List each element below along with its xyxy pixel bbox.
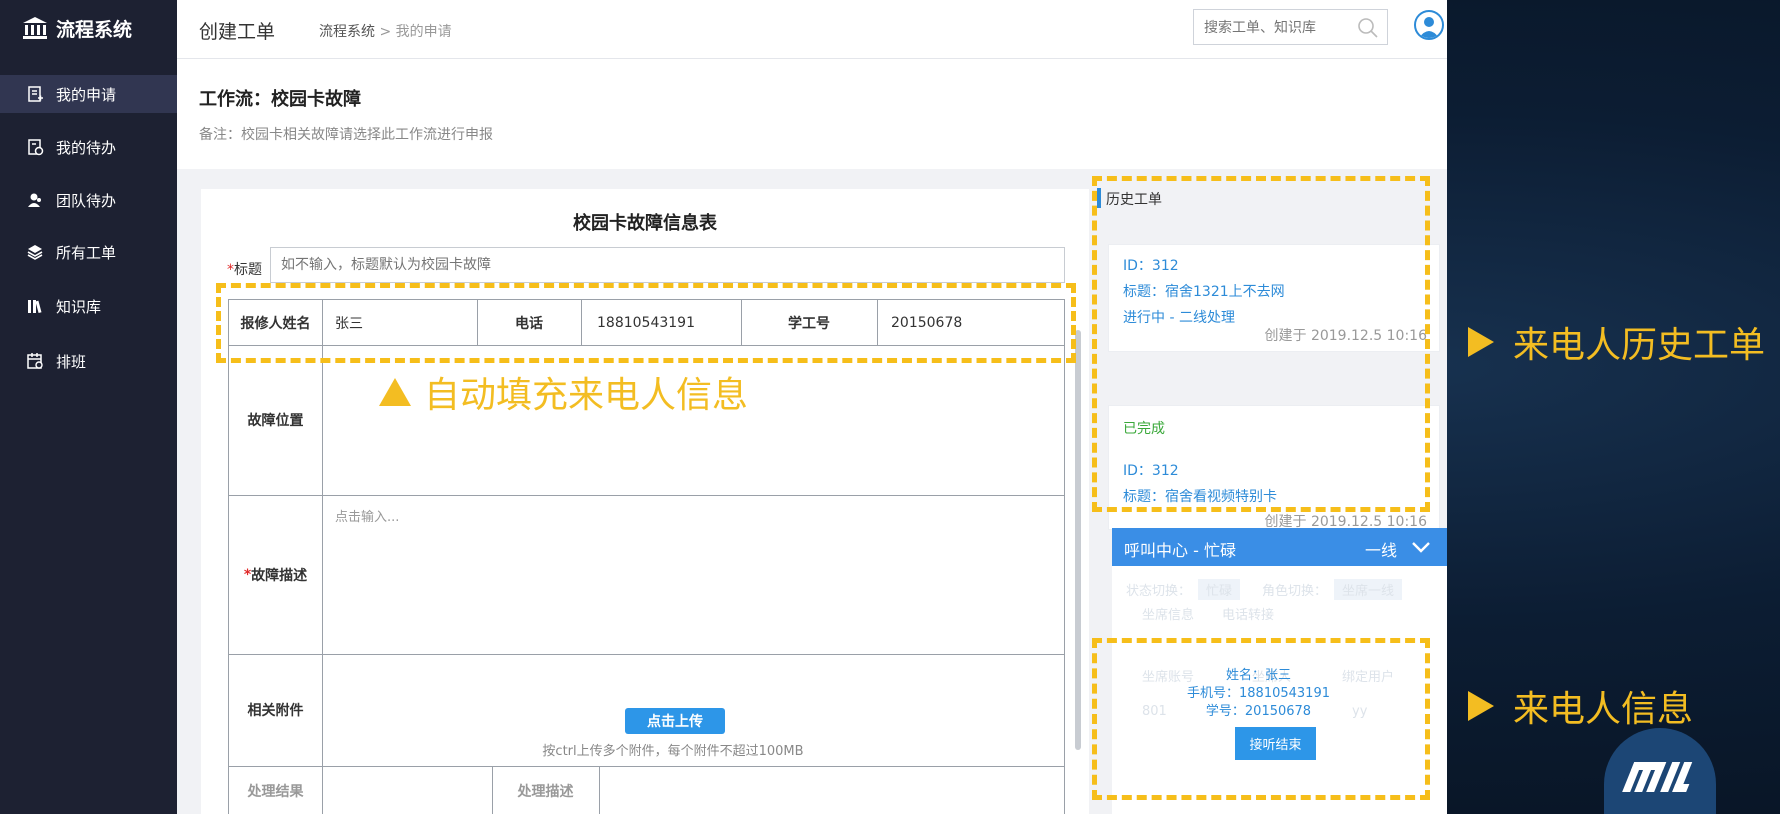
- call-line-label: 一线: [1364, 541, 1397, 560]
- breadcrumb-root[interactable]: 流程系统: [319, 24, 375, 40]
- search-input[interactable]: [1202, 16, 1356, 40]
- tab-call-transfer[interactable]: 电话转接: [1222, 604, 1274, 623]
- page-title: 创建工单: [199, 21, 276, 43]
- sidebar-item-all-tickets[interactable]: 所有工单: [0, 233, 177, 271]
- caller-info-annotation-text: 来电人信息: [1513, 689, 1694, 730]
- workflow-note: 备注：校园卡相关故障请选择此工作流进行申报: [199, 127, 493, 143]
- description-input[interactable]: 点击输入...: [335, 505, 1035, 525]
- todo-icon: [28, 139, 44, 156]
- call-center-title: 呼叫中心 - 忙碌: [1124, 541, 1236, 560]
- sidebar-item-label: 排班: [56, 352, 87, 371]
- caller-info-highlight-frame: [1092, 638, 1430, 800]
- app-logo[interactable]: 流程系统: [22, 12, 132, 44]
- calendar-icon: [27, 353, 43, 369]
- team-icon: [28, 193, 41, 207]
- layers-icon: [27, 245, 43, 260]
- history-annotation: 来电人历史工单: [1467, 316, 1765, 368]
- description-label: * 故障描述: [229, 495, 322, 654]
- sidebar-item-label: 团队待办: [56, 191, 117, 210]
- history-annotation-text: 来电人历史工单: [1513, 325, 1766, 366]
- sidebar-item-knowledge-base[interactable]: 知识库: [0, 287, 177, 325]
- caller-info-annotation: 来电人信息: [1467, 680, 1693, 732]
- triangle-right-icon: [1468, 327, 1494, 357]
- title-label-text: 标题: [234, 262, 262, 278]
- call-center-header[interactable]: 呼叫中心 - 忙碌 一线: [1112, 528, 1447, 566]
- history-highlight-frame: [1092, 176, 1430, 512]
- sidebar-item-label: 知识库: [56, 297, 102, 316]
- breadcrumb-separator: >: [379, 24, 392, 40]
- process-description-label: 处理描述: [517, 784, 574, 800]
- description-label-text: 故障描述: [251, 567, 308, 584]
- document-icon: [28, 86, 43, 102]
- search-box[interactable]: [1193, 9, 1388, 45]
- attachment-label: 相关附件: [247, 703, 304, 719]
- chevron-down-icon[interactable]: [1411, 540, 1431, 554]
- sidebar-item-team-todo[interactable]: 团队待办: [0, 181, 177, 219]
- autofill-annotation: 自动填充来电人信息: [378, 366, 748, 418]
- sidebar-item-my-requests[interactable]: 我的申请: [0, 75, 177, 113]
- state-switch-value[interactable]: 忙碌: [1198, 579, 1241, 600]
- upload-hint: 按ctrl上传多个附件，每个附件不超过100MB: [542, 744, 804, 759]
- location-label: 故障位置: [247, 413, 304, 429]
- autofill-annotation-text: 自动填充来电人信息: [424, 375, 749, 416]
- role-switch-label: 角色切换：: [1262, 584, 1328, 599]
- sidebar-item-label: 我的待办: [56, 138, 117, 157]
- autofill-highlight-frame: [216, 283, 1076, 363]
- title-input[interactable]: [270, 247, 1065, 283]
- search-icon[interactable]: [1357, 17, 1379, 39]
- sidebar-item-schedule[interactable]: 排班: [0, 342, 177, 380]
- upload-button[interactable]: 点击上传: [625, 708, 725, 734]
- user-avatar-icon[interactable]: [1414, 10, 1444, 40]
- sidebar-item-my-todo[interactable]: 我的待办: [0, 128, 177, 166]
- required-mark: *: [227, 262, 234, 278]
- breadcrumb-current: 我的申请: [395, 24, 452, 40]
- breadcrumb: 流程系统 > 我的申请: [319, 21, 452, 41]
- library-icon: [28, 300, 42, 314]
- bank-icon: [23, 17, 47, 39]
- workflow-title: 工作流：校园卡故障: [199, 89, 361, 110]
- tab-agent-info[interactable]: 坐席信息: [1142, 604, 1194, 623]
- sidebar: 流程系统 我的申请 我的待办 团队待办 所有工单 知识库 排班: [0, 0, 177, 814]
- workflow-header: [177, 59, 1447, 169]
- required-mark: *: [243, 566, 252, 583]
- brand-logo: [1604, 728, 1716, 814]
- title-field-label: *标题: [227, 259, 262, 279]
- triangle-up-icon: [379, 378, 411, 406]
- app-name: 流程系统: [56, 18, 133, 41]
- form-title: 校园卡故障信息表: [573, 213, 717, 234]
- sidebar-item-label: 所有工单: [56, 243, 117, 262]
- role-switch-value[interactable]: 坐席一线: [1334, 579, 1403, 600]
- form-scrollbar[interactable]: [1075, 330, 1081, 750]
- state-switch-label: 状态切换：: [1126, 584, 1192, 599]
- screen: { "sidebar": { "app_name": "流程系统", "item…: [0, 0, 1780, 814]
- mit-logo-icon: [1622, 762, 1693, 792]
- triangle-right-icon: [1468, 691, 1494, 721]
- sidebar-item-label: 我的申请: [56, 85, 117, 104]
- result-label: 处理结果: [247, 784, 304, 800]
